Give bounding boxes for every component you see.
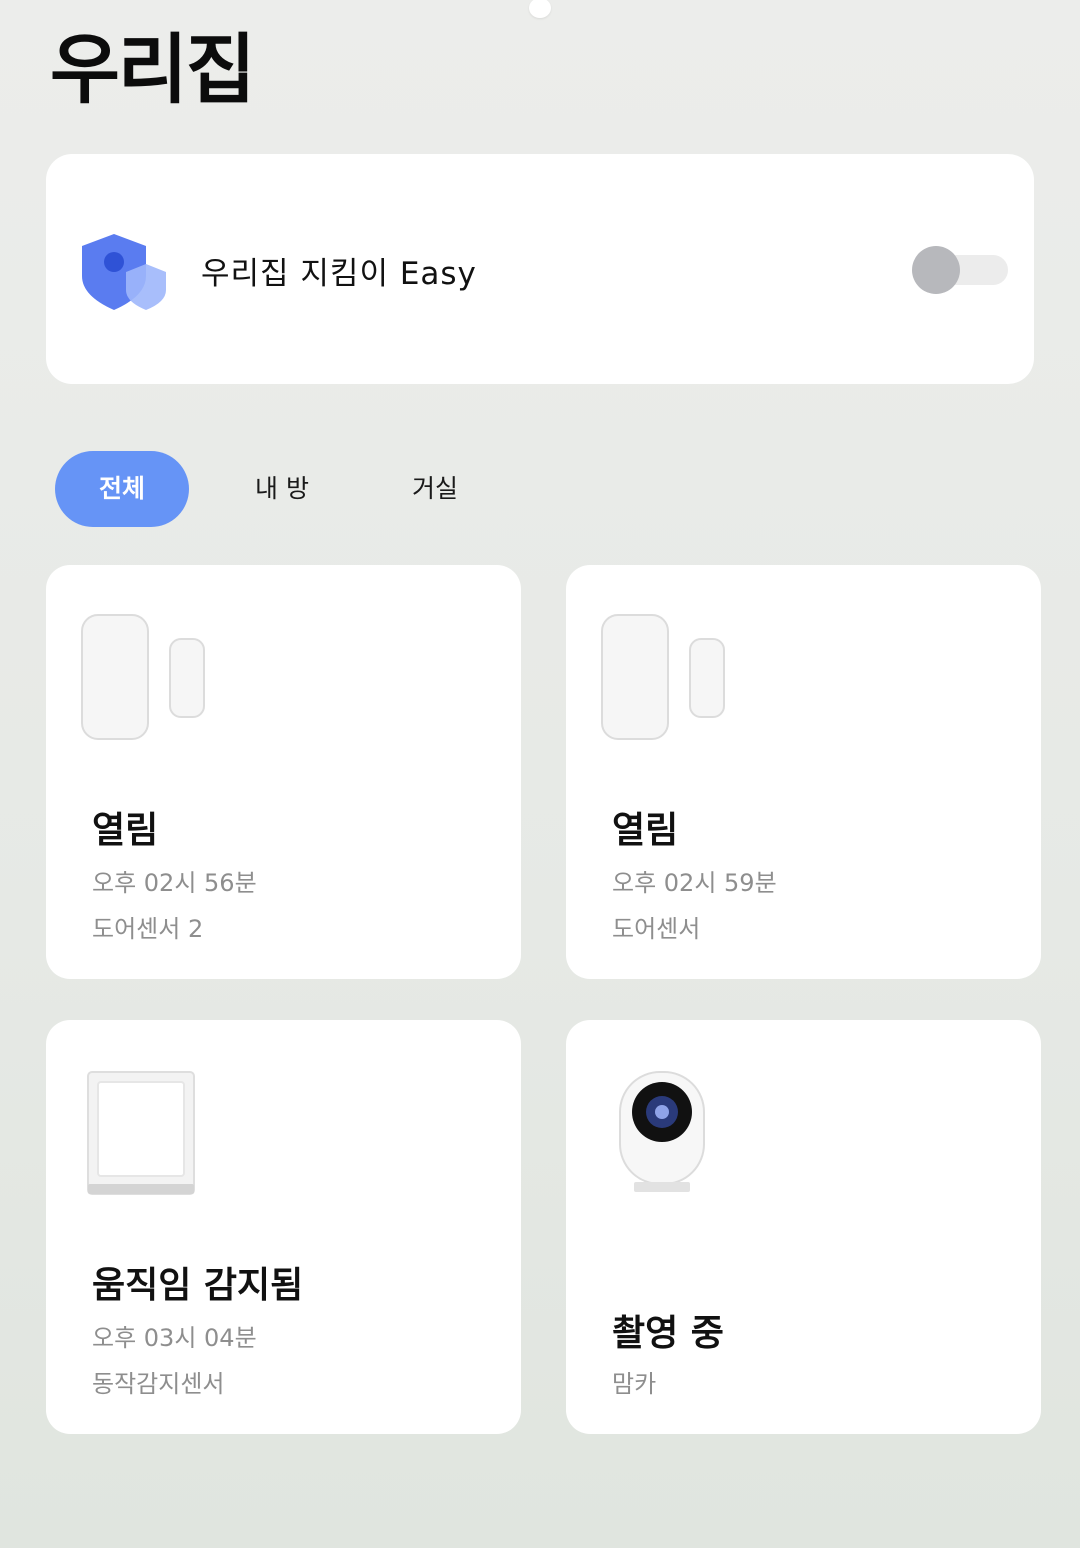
camera-icon <box>619 1071 705 1192</box>
security-mode-title: 우리집 지킴이 Easy <box>201 256 477 292</box>
device-status: 열림 <box>92 810 159 851</box>
device-card-door-sensor-2[interactable]: 열림 오후 02시 56분 도어센서 2 <box>46 565 521 979</box>
security-mode-card[interactable]: 우리집 지킴이 Easy <box>46 154 1034 384</box>
device-card-door-sensor[interactable]: 열림 오후 02시 59분 도어센서 <box>566 565 1041 979</box>
tab-living-room[interactable]: 거실 <box>385 451 485 527</box>
device-time: 오후 02시 56분 <box>92 869 257 897</box>
device-name: 맘카 <box>612 1370 657 1398</box>
top-indicator-dot <box>529 0 551 18</box>
door-sensor-icon <box>601 614 725 740</box>
toggle-knob <box>912 246 960 294</box>
device-time: 오후 03시 04분 <box>92 1324 257 1352</box>
device-status: 움직임 감지됨 <box>92 1265 304 1306</box>
device-status: 열림 <box>612 810 679 851</box>
device-card-motion-sensor[interactable]: 움직임 감지됨 오후 03시 04분 동작감지센서 <box>46 1020 521 1434</box>
security-mode-toggle[interactable] <box>912 244 1008 294</box>
device-name: 동작감지센서 <box>92 1370 225 1398</box>
device-name: 도어센서 <box>612 915 701 943</box>
tab-all[interactable]: 전체 <box>55 451 189 527</box>
door-sensor-icon <box>81 614 205 740</box>
page-title: 우리집 <box>50 25 256 114</box>
device-name: 도어센서 2 <box>92 915 204 943</box>
shield-icon <box>82 234 166 310</box>
device-status: 촬영 중 <box>612 1313 724 1354</box>
room-tabs: 전체 내 방 거실 <box>55 451 655 527</box>
tab-my-room[interactable]: 내 방 <box>227 451 337 527</box>
motion-sensor-icon <box>87 1071 195 1195</box>
device-card-camera[interactable]: 촬영 중 맘카 <box>566 1020 1041 1434</box>
device-time: 오후 02시 59분 <box>612 869 777 897</box>
